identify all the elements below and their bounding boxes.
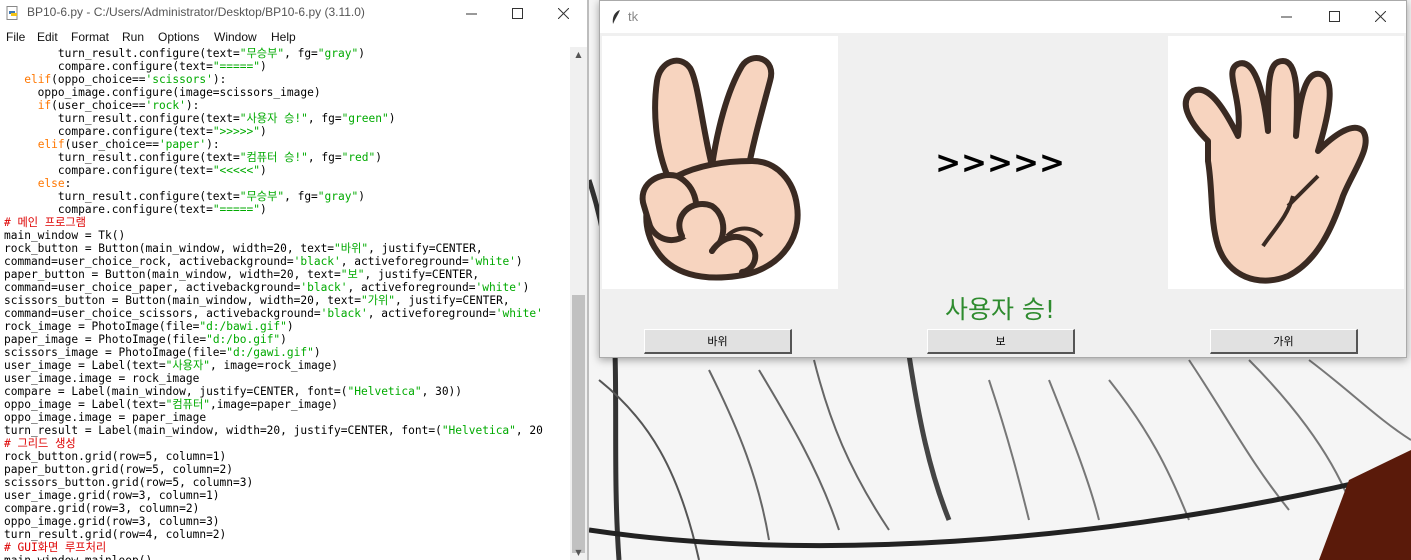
vertical-scrollbar[interactable]: ▲ ▼ [570, 47, 587, 560]
code-line[interactable]: oppo_image = Label(text="컴퓨터",image=pape… [4, 398, 338, 411]
idle-editor-window: BP10-6.py - C:/Users/Administrator/Deskt… [0, 0, 588, 560]
tk-feather-icon [612, 10, 620, 24]
code-line[interactable]: scissors_button = Button(main_window, wi… [4, 294, 510, 307]
code-line[interactable]: compare = Label(main_window, justify=CEN… [4, 385, 462, 398]
code-line[interactable]: rock_image = PhotoImage(file="d:/bawi.gi… [4, 320, 294, 333]
compare-label: >>>>> [935, 145, 1065, 181]
turn-result-label: 사용자 승! [945, 295, 1055, 324]
code-line[interactable]: scissors_image = PhotoImage(file="d:/gaw… [4, 346, 321, 359]
code-line[interactable]: turn_result.configure(text="컴퓨터 승!", fg=… [4, 151, 382, 164]
menu-window[interactable]: Window [214, 30, 257, 44]
code-line[interactable]: turn_result.configure(text="무승부", fg="gr… [4, 47, 365, 60]
code-line[interactable]: compare.configure(text="=====") [4, 60, 267, 73]
code-line[interactable]: if(user_choice=='rock'): [4, 99, 200, 112]
close-icon [1374, 11, 1386, 22]
menu-edit[interactable]: Edit [37, 30, 58, 44]
menu-help[interactable]: Help [271, 30, 296, 44]
code-line[interactable]: rock_button = Button(main_window, width=… [4, 242, 483, 255]
minimize-button[interactable] [448, 0, 494, 27]
tk-titlebar[interactable]: tk [600, 1, 1406, 33]
code-line[interactable]: turn_result.grid(row=4, column=2) [4, 528, 226, 541]
peace-sign-hand-icon [639, 55, 801, 281]
code-line[interactable]: # 그리드 생성 [4, 437, 76, 450]
maximize-button[interactable] [494, 0, 540, 27]
minimize-icon [465, 13, 477, 15]
scroll-up-icon[interactable]: ▲ [570, 47, 587, 62]
tk-close-button[interactable] [1357, 3, 1403, 30]
code-line[interactable]: user_image.image = rock_image [4, 372, 199, 385]
close-icon [557, 8, 569, 19]
scrollbar-thumb[interactable] [572, 295, 585, 553]
code-line[interactable]: compare.grid(row=3, column=2) [4, 502, 199, 515]
scissors-button[interactable]: 가위 [1210, 329, 1358, 354]
code-line[interactable]: # 메인 프로그램 [4, 216, 86, 229]
code-line[interactable]: compare.configure(text="=====") [4, 203, 267, 216]
scroll-down-icon[interactable]: ▼ [570, 545, 587, 560]
menu-options[interactable]: Options [158, 30, 199, 44]
menu-format[interactable]: Format [71, 30, 109, 44]
code-editor[interactable]: turn_result.configure(text="무승부", fg="gr… [0, 47, 570, 560]
code-line[interactable]: oppo_image.configure(image=scissors_imag… [4, 86, 321, 99]
code-line[interactable]: turn_result.configure(text="사용자 승!", fg=… [4, 112, 396, 125]
code-line[interactable]: compare.configure(text=">>>>>") [4, 125, 267, 138]
code-line[interactable]: # GUI화면 루프처리 [4, 541, 106, 554]
idle-titlebar[interactable]: BP10-6.py - C:/Users/Administrator/Deskt… [0, 0, 588, 27]
code-line[interactable]: command=user_choice_scissors, activeback… [4, 307, 543, 320]
code-line[interactable]: turn_result.configure(text="무승부", fg="gr… [4, 190, 365, 203]
code-line[interactable]: elif(user_choice=='paper'): [4, 138, 220, 151]
rock-button[interactable]: 바위 [644, 329, 792, 354]
code-line[interactable]: main_window = Tk() [4, 229, 125, 242]
opponent-image [1168, 36, 1404, 289]
code-line[interactable]: paper_button = Button(main_window, width… [4, 268, 479, 281]
minimize-icon [1280, 16, 1292, 18]
code-line[interactable]: oppo_image.grid(row=3, column=3) [4, 515, 220, 528]
menu-bar: File Edit Format Run Options Window Help [0, 28, 588, 47]
user-image [602, 36, 838, 289]
code-line[interactable]: elif(oppo_choice=='scissors'): [4, 73, 226, 86]
tk-maximize-button[interactable] [1311, 3, 1357, 30]
code-line[interactable]: user_image = Label(text="사용자", image=roc… [4, 359, 338, 372]
tk-window: tk >>>>> 사용자 승! 바위 보 가위 [599, 0, 1407, 358]
python-file-icon [6, 6, 18, 20]
close-button[interactable] [540, 0, 586, 27]
code-line[interactable]: else: [4, 177, 72, 190]
code-line[interactable]: paper_image = PhotoImage(file="d:/bo.gif… [4, 333, 287, 346]
code-line[interactable]: rock_button.grid(row=5, column=1) [4, 450, 226, 463]
code-line[interactable]: user_image.grid(row=3, column=1) [4, 489, 220, 502]
maximize-icon [511, 8, 523, 19]
paper-button[interactable]: 보 [927, 329, 1075, 354]
code-line[interactable]: paper_button.grid(row=5, column=2) [4, 463, 233, 476]
open-hand-icon [1182, 58, 1369, 284]
code-line[interactable]: oppo_image.image = paper_image [4, 411, 206, 424]
menu-file[interactable]: File [6, 30, 25, 44]
tk-window-title: tk [628, 9, 639, 24]
code-line[interactable]: command=user_choice_paper, activebackgro… [4, 281, 529, 294]
tk-minimize-button[interactable] [1263, 3, 1309, 30]
idle-window-title: BP10-6.py - C:/Users/Administrator/Deskt… [27, 5, 365, 19]
code-line[interactable]: compare.configure(text="<<<<<") [4, 164, 267, 177]
menu-run[interactable]: Run [122, 30, 144, 44]
code-line[interactable]: main_window.mainloop() [4, 554, 152, 560]
code-line[interactable]: turn_result = Label(main_window, width=2… [4, 424, 543, 437]
code-line[interactable]: command=user_choice_rock, activebackgrou… [4, 255, 523, 268]
maximize-icon [1328, 11, 1340, 22]
code-line[interactable]: scissors_button.grid(row=5, column=3) [4, 476, 253, 489]
